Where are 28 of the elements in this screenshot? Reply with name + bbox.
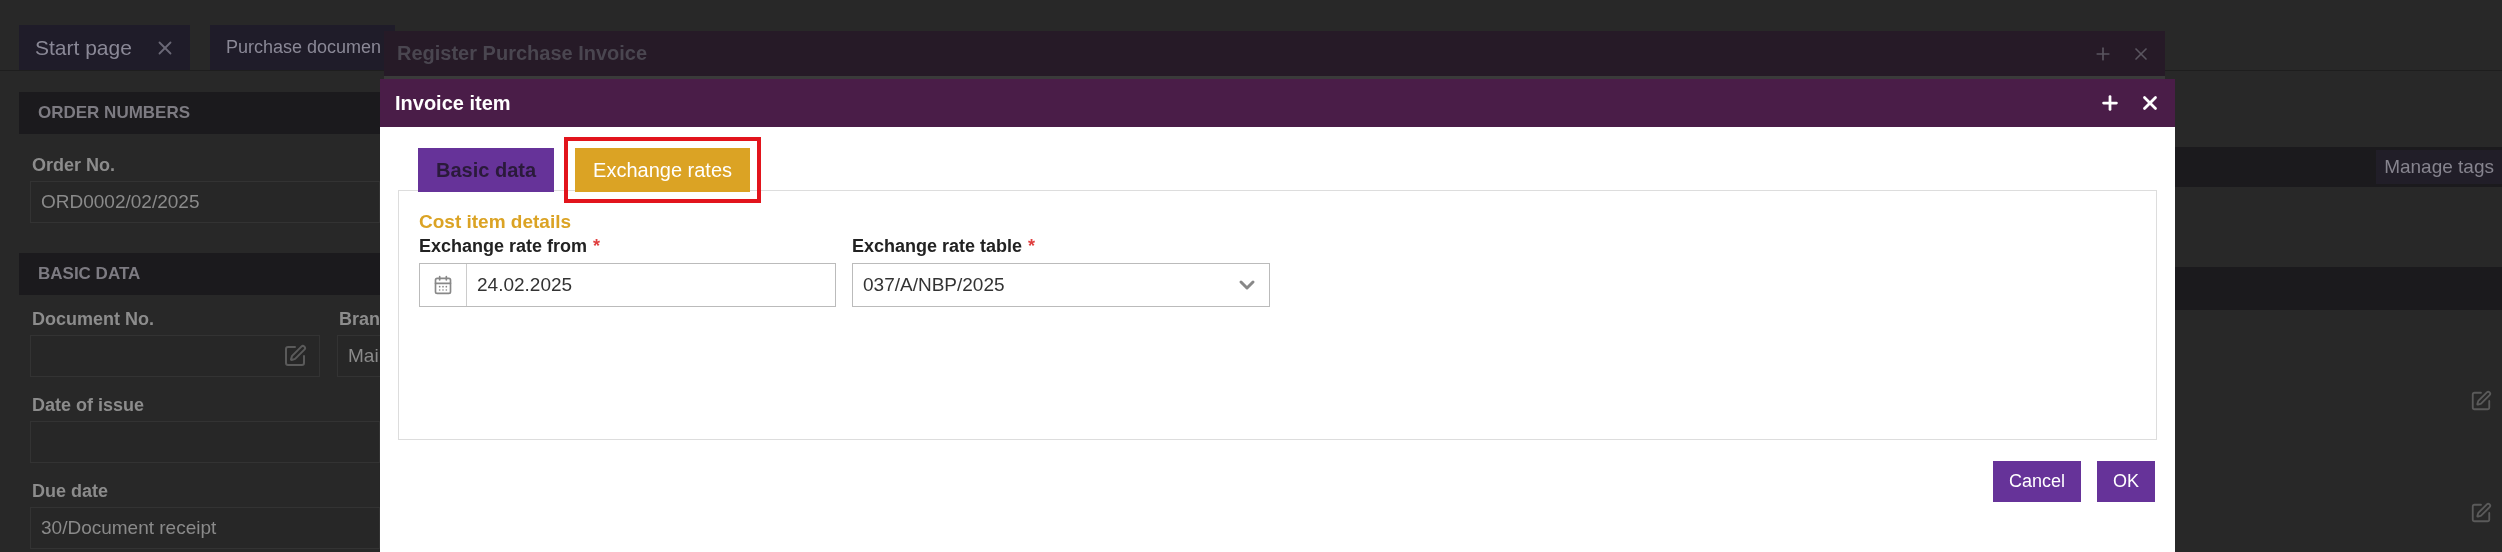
field-label: Document No. xyxy=(32,309,155,329)
dialog-title: Invoice item xyxy=(395,91,512,115)
calendar-icon[interactable] xyxy=(433,275,453,295)
ok-button[interactable]: OK xyxy=(2097,461,2155,502)
edit-icon[interactable] xyxy=(2470,502,2492,524)
section-header: BASIC DATA xyxy=(19,253,380,295)
section-header: ORDER NUMBERS xyxy=(19,92,380,134)
input-field[interactable] xyxy=(30,421,380,463)
section-title: Cost item details xyxy=(419,211,573,233)
date-field[interactable]: 24.02.2025 xyxy=(419,263,836,307)
field-label: Exchange rate table * xyxy=(852,236,1037,257)
input-field[interactable]: ORD0002/02/2025 xyxy=(30,181,380,223)
edit-icon[interactable] xyxy=(283,344,307,368)
manage-tags-button[interactable]: Manage tags xyxy=(2376,150,2502,184)
input-field[interactable]: 30/Document receipt xyxy=(30,507,380,549)
field-label: Due date xyxy=(32,481,110,501)
field-label: Order No. xyxy=(32,155,116,175)
input-field[interactable] xyxy=(30,335,320,377)
edit-icon[interactable] xyxy=(2470,390,2492,412)
field-label: Bran xyxy=(339,309,380,329)
select-field[interactable]: 037/A/NBP/2025 xyxy=(852,263,1270,307)
field-label: Date of issue xyxy=(32,395,146,415)
field-label: Exchange rate from * xyxy=(419,236,602,257)
input-field[interactable]: Mai xyxy=(337,335,380,377)
page-tab[interactable]: Start page xyxy=(19,25,190,70)
add-icon[interactable] xyxy=(2099,92,2121,114)
page-tab[interactable]: Purchase documen xyxy=(209,25,395,70)
cancel-button[interactable]: Cancel xyxy=(1992,461,2081,502)
